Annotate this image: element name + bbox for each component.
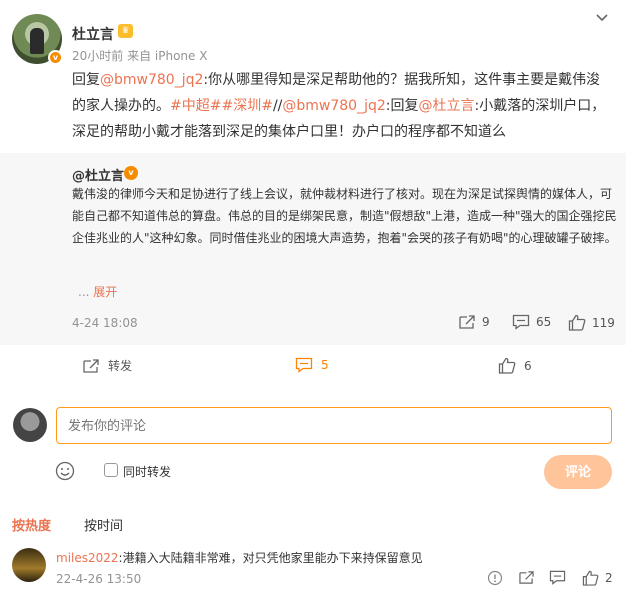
comment-like-button[interactable]: 2: [582, 570, 613, 586]
mention-link[interactable]: @杜立言: [418, 98, 474, 114]
mention-link[interactable]: @bmw780_jq2: [100, 72, 203, 88]
quoted-like-button[interactable]: 119: [568, 314, 615, 331]
sort-by-time-tab[interactable]: 按时间: [84, 515, 123, 534]
quoted-text: 戴伟浚的律师今天和足协进行了线上会议，就仲裁材料进行了核对。现在为深足试探舆情的…: [72, 187, 617, 245]
post-segment: :回复: [385, 98, 419, 114]
comment-date: 22-4-26 13:50: [56, 572, 142, 586]
thumbs-up-icon: [582, 570, 599, 586]
comment-text: miles2022:港籍入大陆籍非常难，对只凭他家里能办下来持保留意见: [56, 549, 423, 566]
like-count: 119: [592, 315, 615, 330]
also-repost-label[interactable]: 同时转发: [123, 463, 171, 480]
post-text: 回复@bmw780_jq2:你从哪里得知是深足帮助他的？据我所知，这件事主要是戴…: [72, 67, 614, 145]
reply-prefix: 回复: [72, 72, 100, 88]
post-meta: 20小时前 来自 iPhone X: [72, 49, 208, 63]
comment-count: 65: [536, 315, 552, 329]
repost-separator: //: [272, 98, 283, 114]
author-name[interactable]: 杜立言: [72, 24, 114, 44]
like-button[interactable]: 6: [498, 357, 532, 374]
expand-label[interactable]: 展开: [93, 285, 117, 299]
submit-comment-button[interactable]: 评论: [544, 455, 612, 489]
repost-icon: [459, 315, 475, 329]
quoted-date: 4-24 18:08: [72, 316, 138, 330]
report-button[interactable]: [487, 570, 503, 586]
comment-body: :港籍入大陆籍非常难，对只凭他家里能办下来持保留意见: [118, 551, 423, 565]
comment-button[interactable]: 5: [295, 357, 329, 373]
comment-repost-button[interactable]: [518, 570, 535, 585]
also-repost-checkbox[interactable]: [104, 463, 118, 477]
quoted-author-name[interactable]: @杜立言: [72, 165, 124, 184]
sort-by-hot-tab[interactable]: 按热度: [12, 515, 51, 534]
commenter-avatar[interactable]: [12, 548, 46, 582]
hashtag-link[interactable]: #深圳#: [221, 98, 272, 114]
commenter-name[interactable]: miles2022: [56, 551, 119, 565]
comment-icon: [295, 357, 313, 373]
repost-button[interactable]: 转发: [82, 357, 132, 374]
ellipsis: ...: [78, 285, 90, 299]
emoji-icon[interactable]: [55, 461, 75, 481]
comment-reply-button[interactable]: [549, 570, 566, 585]
quoted-repost-button[interactable]: 9: [458, 314, 490, 330]
comment-icon: [512, 314, 530, 330]
comment-input[interactable]: [56, 407, 612, 444]
repost-count: 9: [482, 315, 490, 329]
thumbs-up-icon: [498, 357, 516, 374]
mention-link[interactable]: @bmw780_jq2: [282, 98, 385, 114]
repost-icon: [519, 571, 534, 584]
verified-badge-icon: v: [48, 50, 63, 65]
thumbs-up-icon: [568, 314, 586, 331]
verified-badge-icon: v: [124, 166, 138, 180]
my-avatar: [13, 408, 47, 442]
info-icon: [487, 570, 503, 586]
chevron-down-icon[interactable]: [594, 10, 610, 26]
comment-like-count: 2: [605, 571, 613, 585]
hashtag-link[interactable]: #中超#: [170, 98, 221, 114]
expand-link[interactable]: ... 展开: [78, 283, 117, 300]
comment-icon: [549, 570, 566, 585]
comment-count: 5: [321, 358, 329, 372]
like-count: 6: [524, 358, 532, 373]
repost-label: 转发: [108, 359, 133, 373]
repost-icon: [83, 358, 99, 373]
quoted-comment-button[interactable]: 65: [512, 314, 551, 330]
member-crown-icon: ♛: [118, 24, 133, 38]
